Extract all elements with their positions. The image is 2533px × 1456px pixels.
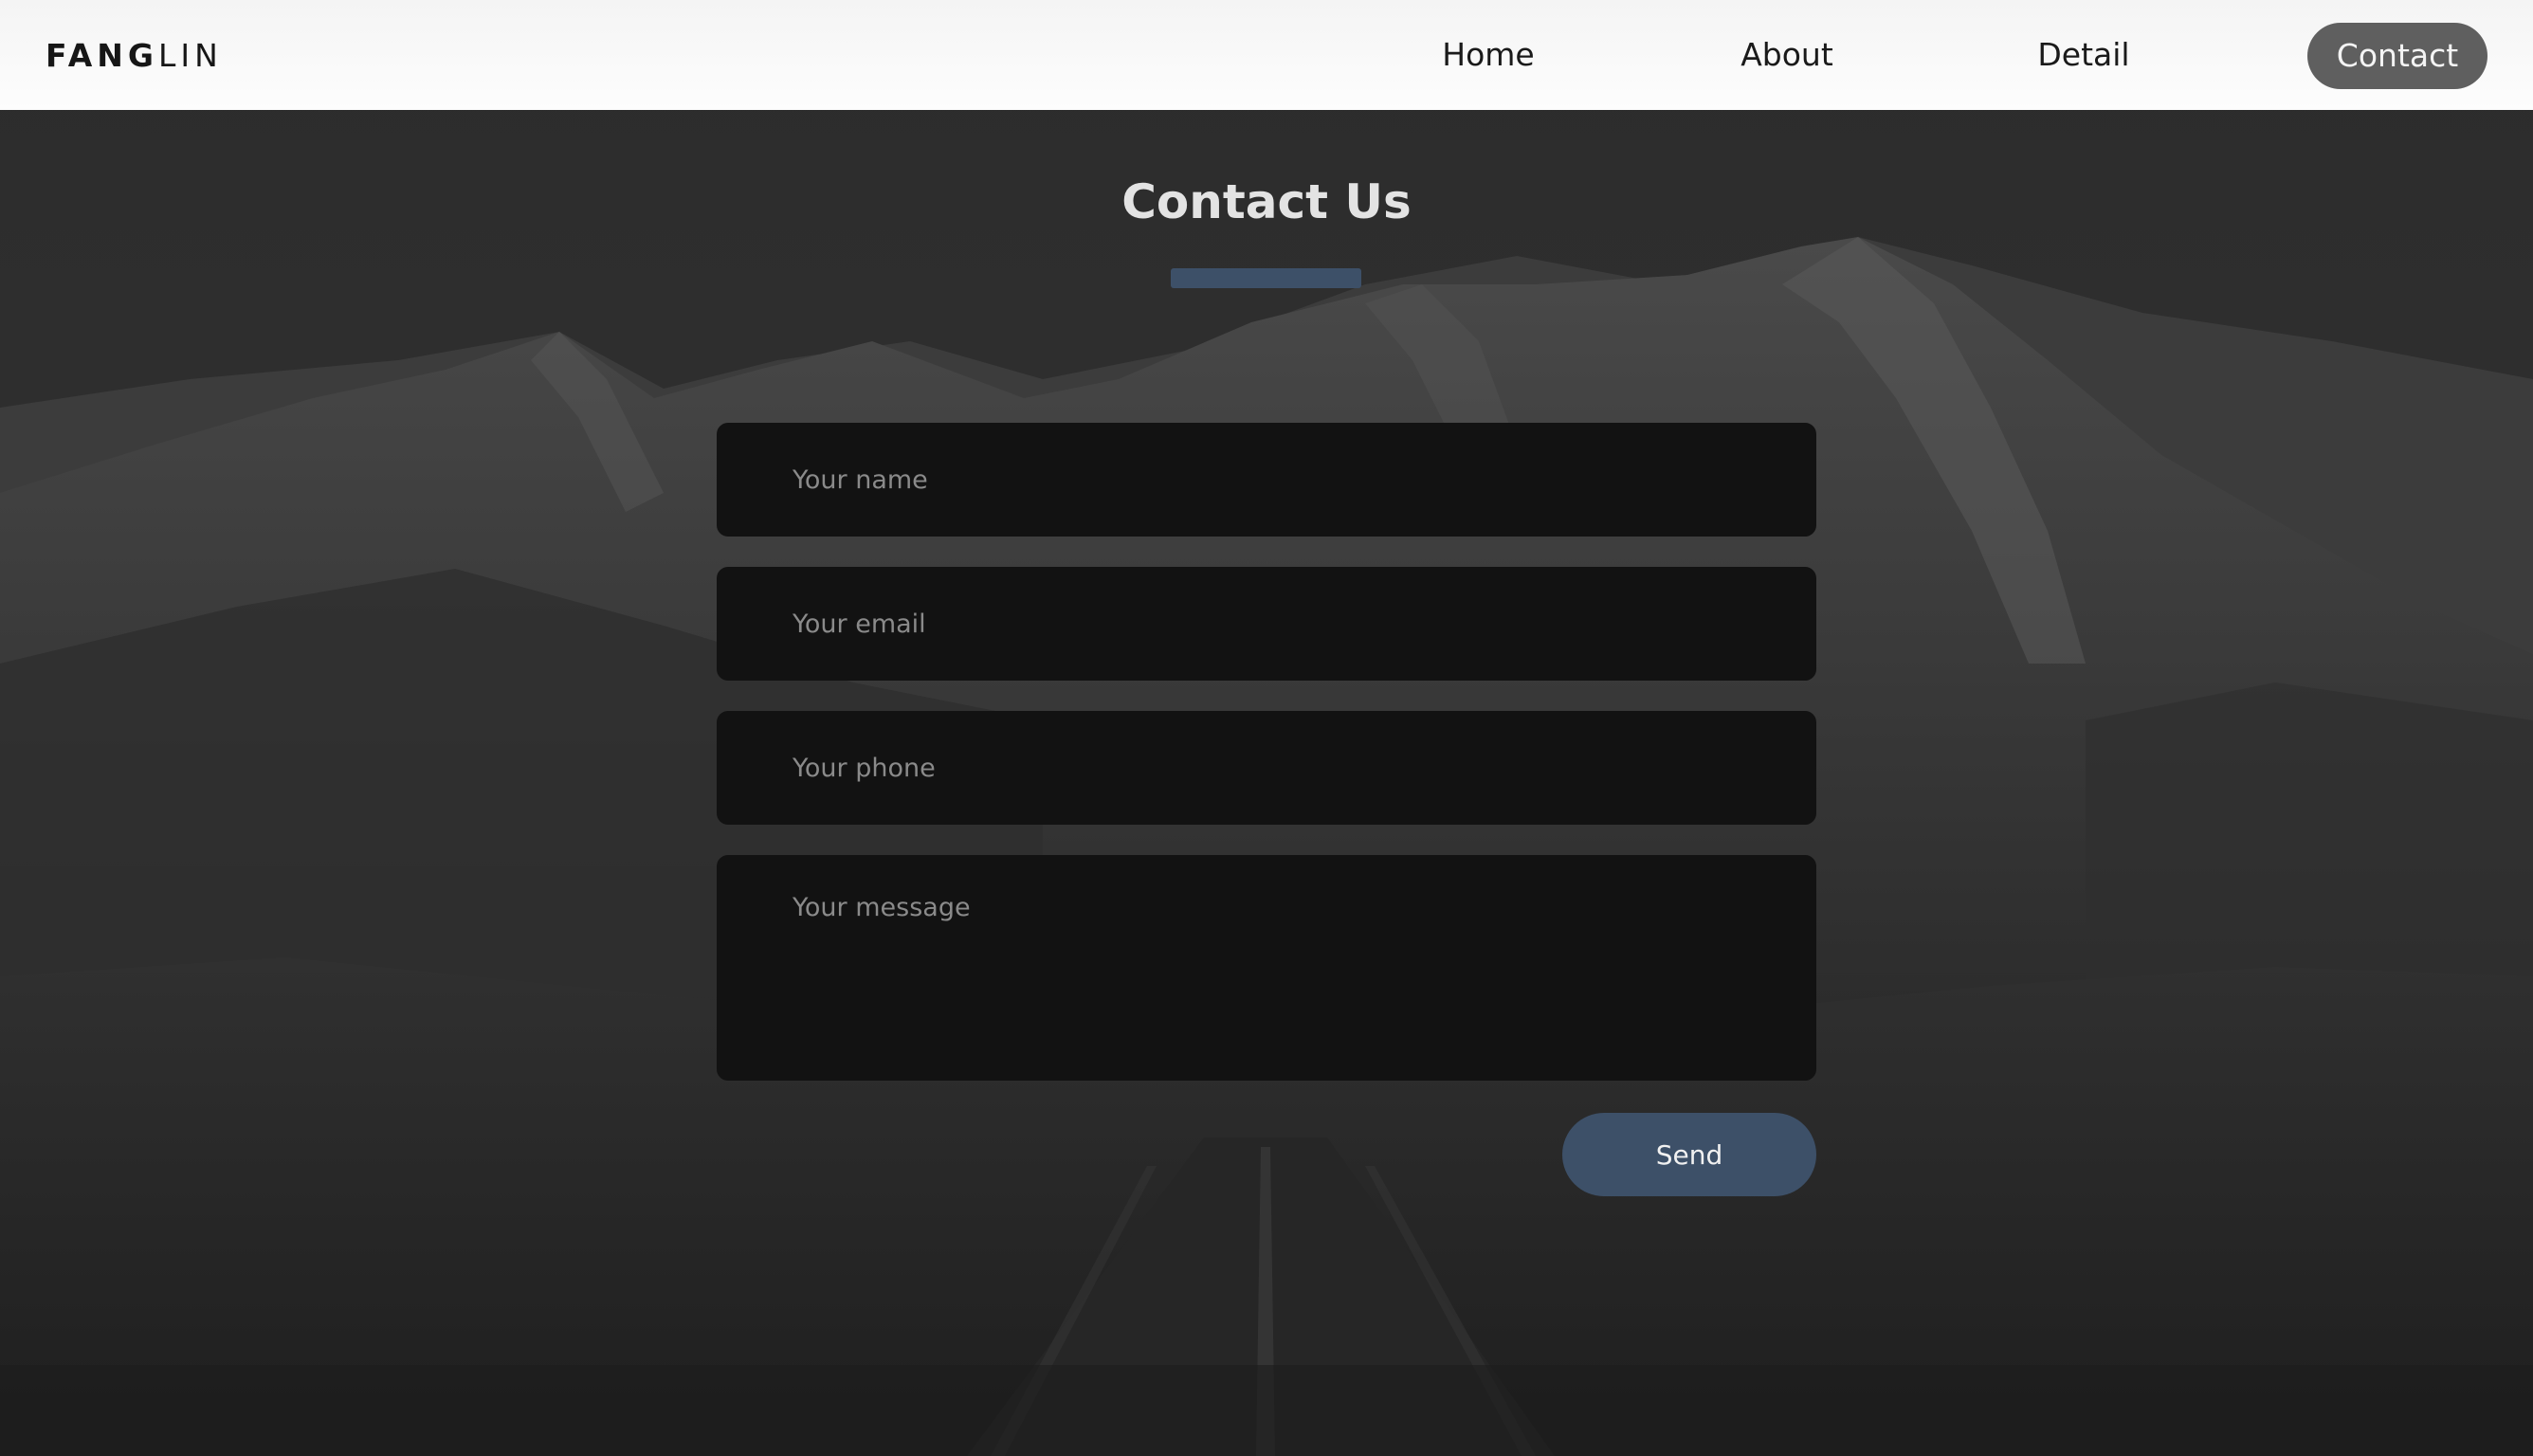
phone-input[interactable]	[717, 711, 1816, 825]
send-button[interactable]: Send	[1562, 1113, 1816, 1196]
title-underline-bar	[1171, 268, 1361, 288]
top-navbar: FANGLIN Home About Detail Contact	[0, 0, 2533, 110]
email-input[interactable]	[717, 567, 1816, 681]
nav-links: Home About Detail Contact	[0, 0, 2533, 110]
nav-home-link[interactable]: Home	[1403, 29, 1574, 81]
nav-contact-link[interactable]: Contact	[2307, 23, 2487, 89]
contact-title: Contact Us	[1121, 174, 1412, 229]
message-textarea[interactable]	[717, 855, 1816, 1081]
name-input[interactable]	[717, 423, 1816, 537]
nav-detail-link[interactable]: Detail	[1998, 29, 2169, 81]
nav-about-link[interactable]: About	[1702, 29, 1872, 81]
